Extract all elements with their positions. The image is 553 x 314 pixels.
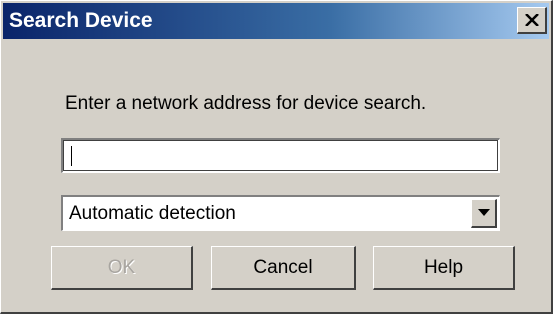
search-device-dialog: Search Device Enter a network address fo… (0, 0, 553, 314)
close-x-icon (525, 14, 539, 26)
detection-mode-value: Automatic detection (69, 203, 236, 224)
window-title: Search Device (9, 9, 153, 32)
text-caret (71, 146, 72, 166)
detection-mode-select[interactable]: Automatic detection (61, 195, 500, 231)
title-bar[interactable]: Search Device (3, 3, 549, 39)
ok-button[interactable]: OK (51, 246, 193, 290)
close-button[interactable] (517, 7, 547, 34)
prompt-text: Enter a network address for device searc… (65, 93, 427, 114)
dropdown-arrow-button[interactable] (471, 199, 497, 228)
cancel-button[interactable]: Cancel (211, 246, 356, 290)
network-address-input[interactable] (61, 138, 500, 173)
chevron-down-icon (478, 209, 490, 216)
help-button[interactable]: Help (373, 246, 515, 290)
